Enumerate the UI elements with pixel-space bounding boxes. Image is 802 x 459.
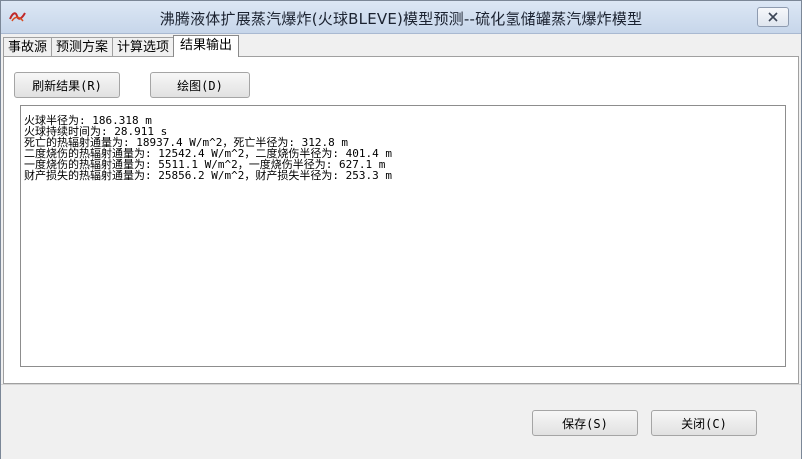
tab-result-output[interactable]: 结果输出 bbox=[173, 35, 240, 57]
footer-area: 保存(S) 关闭(C) bbox=[1, 384, 801, 459]
close-button[interactable]: 关闭(C) bbox=[651, 410, 757, 436]
tab-accident-source[interactable]: 事故源 bbox=[3, 37, 53, 57]
results-textbox[interactable]: 火球半径为: 186.318 m 火球持续时间为: 28.911 s 死亡的热辐… bbox=[20, 105, 786, 367]
tab-prediction-plan[interactable]: 预测方案 bbox=[51, 37, 114, 57]
save-button[interactable]: 保存(S) bbox=[532, 410, 638, 436]
main-window: 沸腾液体扩展蒸汽爆炸(火球BLEVE)模型预测--硫化氢储罐蒸汽爆炸模型 事故源… bbox=[0, 0, 802, 459]
title-bar[interactable]: 沸腾液体扩展蒸汽爆炸(火球BLEVE)模型预测--硫化氢储罐蒸汽爆炸模型 bbox=[1, 1, 801, 34]
results-text: 火球半径为: 186.318 m 火球持续时间为: 28.911 s 死亡的热辐… bbox=[21, 106, 785, 181]
refresh-results-button[interactable]: 刷新结果(R) bbox=[14, 72, 120, 98]
plot-button[interactable]: 绘图(D) bbox=[150, 72, 250, 98]
close-window-button[interactable] bbox=[757, 7, 789, 27]
window-title: 沸腾液体扩展蒸汽爆炸(火球BLEVE)模型预测--硫化氢储罐蒸汽爆炸模型 bbox=[159, 10, 643, 28]
close-icon bbox=[768, 12, 778, 22]
result-line: 财产损失的热辐射通量为: 25856.2 W/m^2，财产损失半径为: 253.… bbox=[24, 169, 392, 182]
tab-calculation-options[interactable]: 计算选项 bbox=[112, 37, 175, 57]
result-output-panel: 刷新结果(R) 绘图(D) 火球半径为: 186.318 m 火球持续时间为: … bbox=[3, 56, 799, 384]
tab-strip: 事故源 预测方案 计算选项 结果输出 bbox=[3, 35, 240, 57]
